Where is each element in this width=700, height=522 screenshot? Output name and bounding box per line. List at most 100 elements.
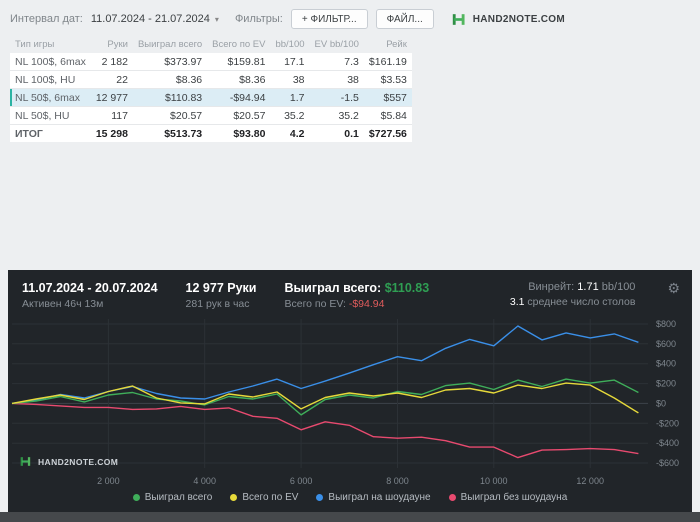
value-cell: $159.81	[207, 53, 271, 71]
avg-tables-value: 3.1	[509, 296, 525, 308]
legend-label: Выиграл всего	[144, 492, 213, 503]
svg-text:$800: $800	[656, 319, 676, 329]
value-cell: $727.56	[363, 124, 412, 142]
svg-text:$600: $600	[656, 339, 676, 349]
date-interval-dropdown[interactable]: 11.07.2024 - 21.07.2024 ▾	[91, 13, 219, 25]
value-cell: 117	[90, 106, 133, 125]
table-row[interactable]: NL 100$, HU 22 $8.36 $8.36 38 38 $3.53	[10, 70, 412, 89]
hand2note-logo-icon	[20, 457, 31, 466]
session-chart-panel: 11.07.2024 - 20.07.2024 Активен 46ч 13м …	[8, 270, 692, 512]
value-cell: 0.1	[309, 124, 364, 142]
date-interval-value: 11.07.2024 - 21.07.2024	[90, 13, 210, 25]
svg-text:$0: $0	[656, 398, 666, 408]
session-result-block: Выиграл всего: $110.83 Всего по EV: -$94…	[284, 281, 429, 310]
add-filter-button[interactable]: + ФИЛЬТР...	[290, 9, 368, 29]
svg-text:2 000: 2 000	[97, 476, 120, 486]
table-row[interactable]: NL 50$, HU 117 $20.57 $20.57 35.2 35.2 $5.84	[10, 106, 412, 125]
winrate-label: Винрейт:	[528, 281, 575, 293]
column-header[interactable]: EV bb/100	[310, 36, 364, 53]
legend-item[interactable]: Всего по EV	[230, 492, 298, 503]
chart-legend: Выиграл всего Всего по EV Выиграл на шоуда…	[8, 492, 692, 503]
winrate-unit: bb/100	[601, 281, 636, 293]
svg-text:4 000: 4 000	[193, 476, 216, 486]
value-cell: $20.57	[132, 106, 208, 125]
brand-logo: HAND2NOTE.COM	[452, 13, 565, 26]
value-cell: $3.53	[363, 70, 412, 89]
legend-label: Выиграл на шоудауне	[328, 492, 431, 503]
session-active-time: Активен 46ч 13м	[22, 298, 104, 310]
value-cell: 4.2	[270, 124, 310, 142]
svg-text:-$600: -$600	[656, 458, 679, 468]
window-bottom-edge	[0, 512, 700, 522]
value-cell: 22	[90, 70, 133, 89]
legend-item[interactable]: Выиграл всего	[132, 492, 213, 503]
chart-watermark: HAND2NOTE.COM	[20, 456, 118, 467]
session-date-block: 11.07.2024 - 20.07.2024 Активен 46ч 13м	[22, 281, 158, 310]
legend-dot-icon	[230, 494, 238, 501]
value-cell: 38	[270, 70, 310, 89]
value-cell: 7.3	[309, 53, 364, 71]
legend-item[interactable]: Выиграл без шоудауна	[448, 492, 568, 503]
date-interval-label: Интервал дат:	[10, 13, 83, 25]
avg-tables-label: среднее число столов	[527, 296, 636, 308]
session-hands-block: 12 977 Руки 281 рук в час	[186, 281, 257, 310]
table-row[interactable]: NL 50$, 6max 12 977 $110.83 -$94.94 1.7 -1.5 $…	[10, 88, 412, 107]
column-header[interactable]: Всего по EV	[207, 36, 270, 53]
ev-total-label: Всего по EV:	[284, 298, 346, 310]
value-cell: 12 977	[90, 88, 133, 107]
value-cell: 35.2	[270, 106, 310, 125]
legend-label: Всего по EV	[242, 492, 299, 503]
legend-dot-icon	[132, 494, 140, 501]
value-cell: $110.83	[132, 88, 208, 107]
table-row[interactable]: ИТОГ 15 298 $513.73 $93.80 4.2 0.1 $727.56	[10, 124, 412, 142]
toolbar: Интервал дат: 11.07.2024 - 21.07.2024 ▾ …	[10, 8, 690, 30]
value-cell: 38	[309, 70, 364, 89]
value-cell: $513.73	[132, 124, 208, 142]
value-cell: 2 182	[90, 53, 133, 71]
column-header[interactable]: Выиграл всего	[133, 36, 207, 53]
won-total-value: $110.83	[384, 281, 430, 295]
file-button[interactable]: ФАЙЛ...	[375, 9, 434, 29]
game-type-cell: ИТОГ	[10, 124, 91, 142]
chevron-down-icon: ▾	[214, 14, 219, 24]
legend-dot-icon	[316, 494, 324, 501]
session-hands: 12 977 Руки	[185, 281, 257, 295]
column-header[interactable]: Рейк	[364, 36, 412, 53]
svg-text:$200: $200	[656, 379, 676, 389]
value-cell: $93.80	[207, 124, 271, 142]
gear-icon[interactable]: ⚙	[667, 281, 680, 295]
value-cell: $557	[363, 88, 412, 107]
column-header[interactable]: bb/100	[270, 36, 309, 53]
panel-header: 11.07.2024 - 20.07.2024 Активен 46ч 13м …	[8, 270, 692, 314]
watermark-text: HAND2NOTE.COM	[38, 456, 119, 467]
stats-table: Тип игры Руки Выиграл всего Всего по EV bb/1…	[10, 36, 412, 142]
stats-table-body: NL 100$, 6max 2 182 $373.97 $159.81 17.1 7.3 $…	[10, 53, 412, 142]
value-cell: -$94.94	[207, 88, 271, 107]
column-header[interactable]: Тип игры	[10, 36, 91, 53]
value-cell: $373.97	[132, 53, 208, 71]
game-type-cell: NL 50$, HU	[10, 106, 91, 125]
game-type-cell: NL 100$, HU	[10, 70, 91, 89]
hand2note-logo-icon	[452, 13, 465, 25]
value-cell: $5.84	[363, 106, 412, 125]
svg-text:12 000: 12 000	[576, 476, 604, 486]
svg-text:10 000: 10 000	[480, 476, 508, 486]
brand-text: HAND2NOTE.COM	[472, 13, 566, 25]
svg-text:6 000: 6 000	[290, 476, 313, 486]
won-total-label: Выиграл всего:	[284, 281, 382, 295]
value-cell: $8.36	[207, 70, 271, 89]
filters-label: Фильтры:	[234, 13, 283, 25]
session-hands-per-hour: 281 рук в час	[185, 298, 250, 310]
legend-dot-icon	[448, 494, 456, 501]
column-header[interactable]: Руки	[91, 36, 133, 53]
svg-text:-$400: -$400	[656, 438, 679, 448]
legend-label: Выиграл без шоудауна	[460, 492, 568, 503]
table-row[interactable]: NL 100$, 6max 2 182 $373.97 $159.81 17.1 7.3 $…	[10, 53, 412, 71]
svg-text:$400: $400	[656, 359, 676, 369]
game-type-cell: NL 100$, 6max	[10, 53, 91, 71]
legend-item[interactable]: Выиграл на шоудауне	[316, 492, 431, 503]
winrate-value: 1.71	[577, 281, 599, 293]
value-cell: 15 298	[90, 124, 133, 142]
ev-total-value: -$94.94	[348, 298, 385, 310]
value-cell: 1.7	[270, 88, 310, 107]
